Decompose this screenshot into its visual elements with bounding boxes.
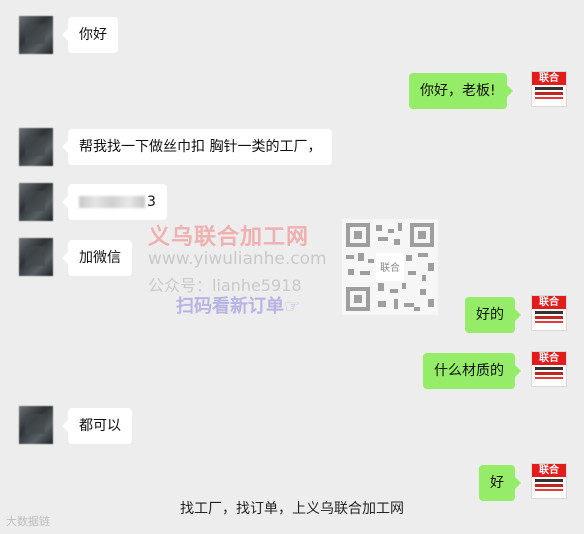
qr-center-label: 联合 (380, 261, 400, 274)
footer-caption: 找工厂，找订单，上义乌联合加工网 (180, 501, 404, 517)
message-text: 好 (490, 475, 504, 491)
qr-code: 联合 (342, 219, 438, 315)
watermark-title: 义乌联合加工网 (148, 225, 310, 250)
avatar[interactable]: 联合 (531, 71, 567, 107)
incoming-message: 加微信 (62, 240, 132, 276)
avatar[interactable]: 联合 (531, 295, 567, 331)
outgoing-message: 你好，老板! (409, 73, 513, 109)
avatar-decoration (535, 92, 563, 95)
watermark-scan-prompt: 扫码看新订单☞ (176, 296, 301, 317)
avatar[interactable] (19, 183, 53, 221)
message-text: 你好，老板! (420, 83, 496, 99)
outgoing-message: 什么材质的 (423, 353, 521, 389)
message-text: 什么材质的 (434, 363, 504, 379)
avatar-decoration (535, 372, 563, 375)
avatar[interactable] (19, 16, 53, 54)
avatar[interactable]: 联合 (531, 463, 567, 499)
message-text: 你好 (79, 27, 107, 43)
incoming-message: 你好 (62, 17, 118, 53)
avatar-decoration (535, 321, 563, 323)
avatar-decoration (535, 97, 563, 99)
redacted-phone-number (79, 196, 145, 208)
avatar-brand: 联合 (532, 296, 566, 309)
avatar[interactable] (19, 128, 53, 166)
avatar-brand: 联合 (532, 352, 566, 365)
message-text: 帮我找一下做丝巾扣 胸针一类的工厂， (79, 139, 322, 155)
outgoing-message: 好 (479, 465, 521, 501)
avatar-decoration (535, 311, 563, 314)
message-text: 都可以 (79, 418, 121, 434)
avatar-decoration (535, 484, 563, 487)
avatar-decoration (535, 367, 563, 370)
avatar[interactable]: 联合 (531, 351, 567, 387)
avatar-decoration (535, 377, 563, 379)
incoming-message: 3 (62, 184, 167, 220)
avatar[interactable] (19, 406, 53, 444)
message-text: 好的 (476, 307, 504, 323)
corner-watermark: 大数据链 (6, 515, 50, 528)
incoming-message: 都可以 (62, 408, 132, 444)
avatar-decoration (535, 479, 563, 482)
outgoing-message: 好的 (465, 297, 521, 333)
message-text: 3 (147, 194, 156, 210)
message-text: 加微信 (79, 250, 121, 266)
avatar-decoration (535, 489, 563, 491)
incoming-message: 帮我找一下做丝巾扣 胸针一类的工厂， (61, 129, 333, 165)
qr-code-graphic: 联合 (346, 223, 434, 311)
avatar-decoration (535, 87, 563, 90)
watermark-url: www.yiwulianhe.com (148, 249, 327, 269)
avatar-decoration (535, 316, 563, 319)
avatar-brand: 联合 (532, 72, 566, 85)
avatar[interactable] (19, 238, 53, 276)
avatar-brand: 联合 (532, 464, 566, 477)
